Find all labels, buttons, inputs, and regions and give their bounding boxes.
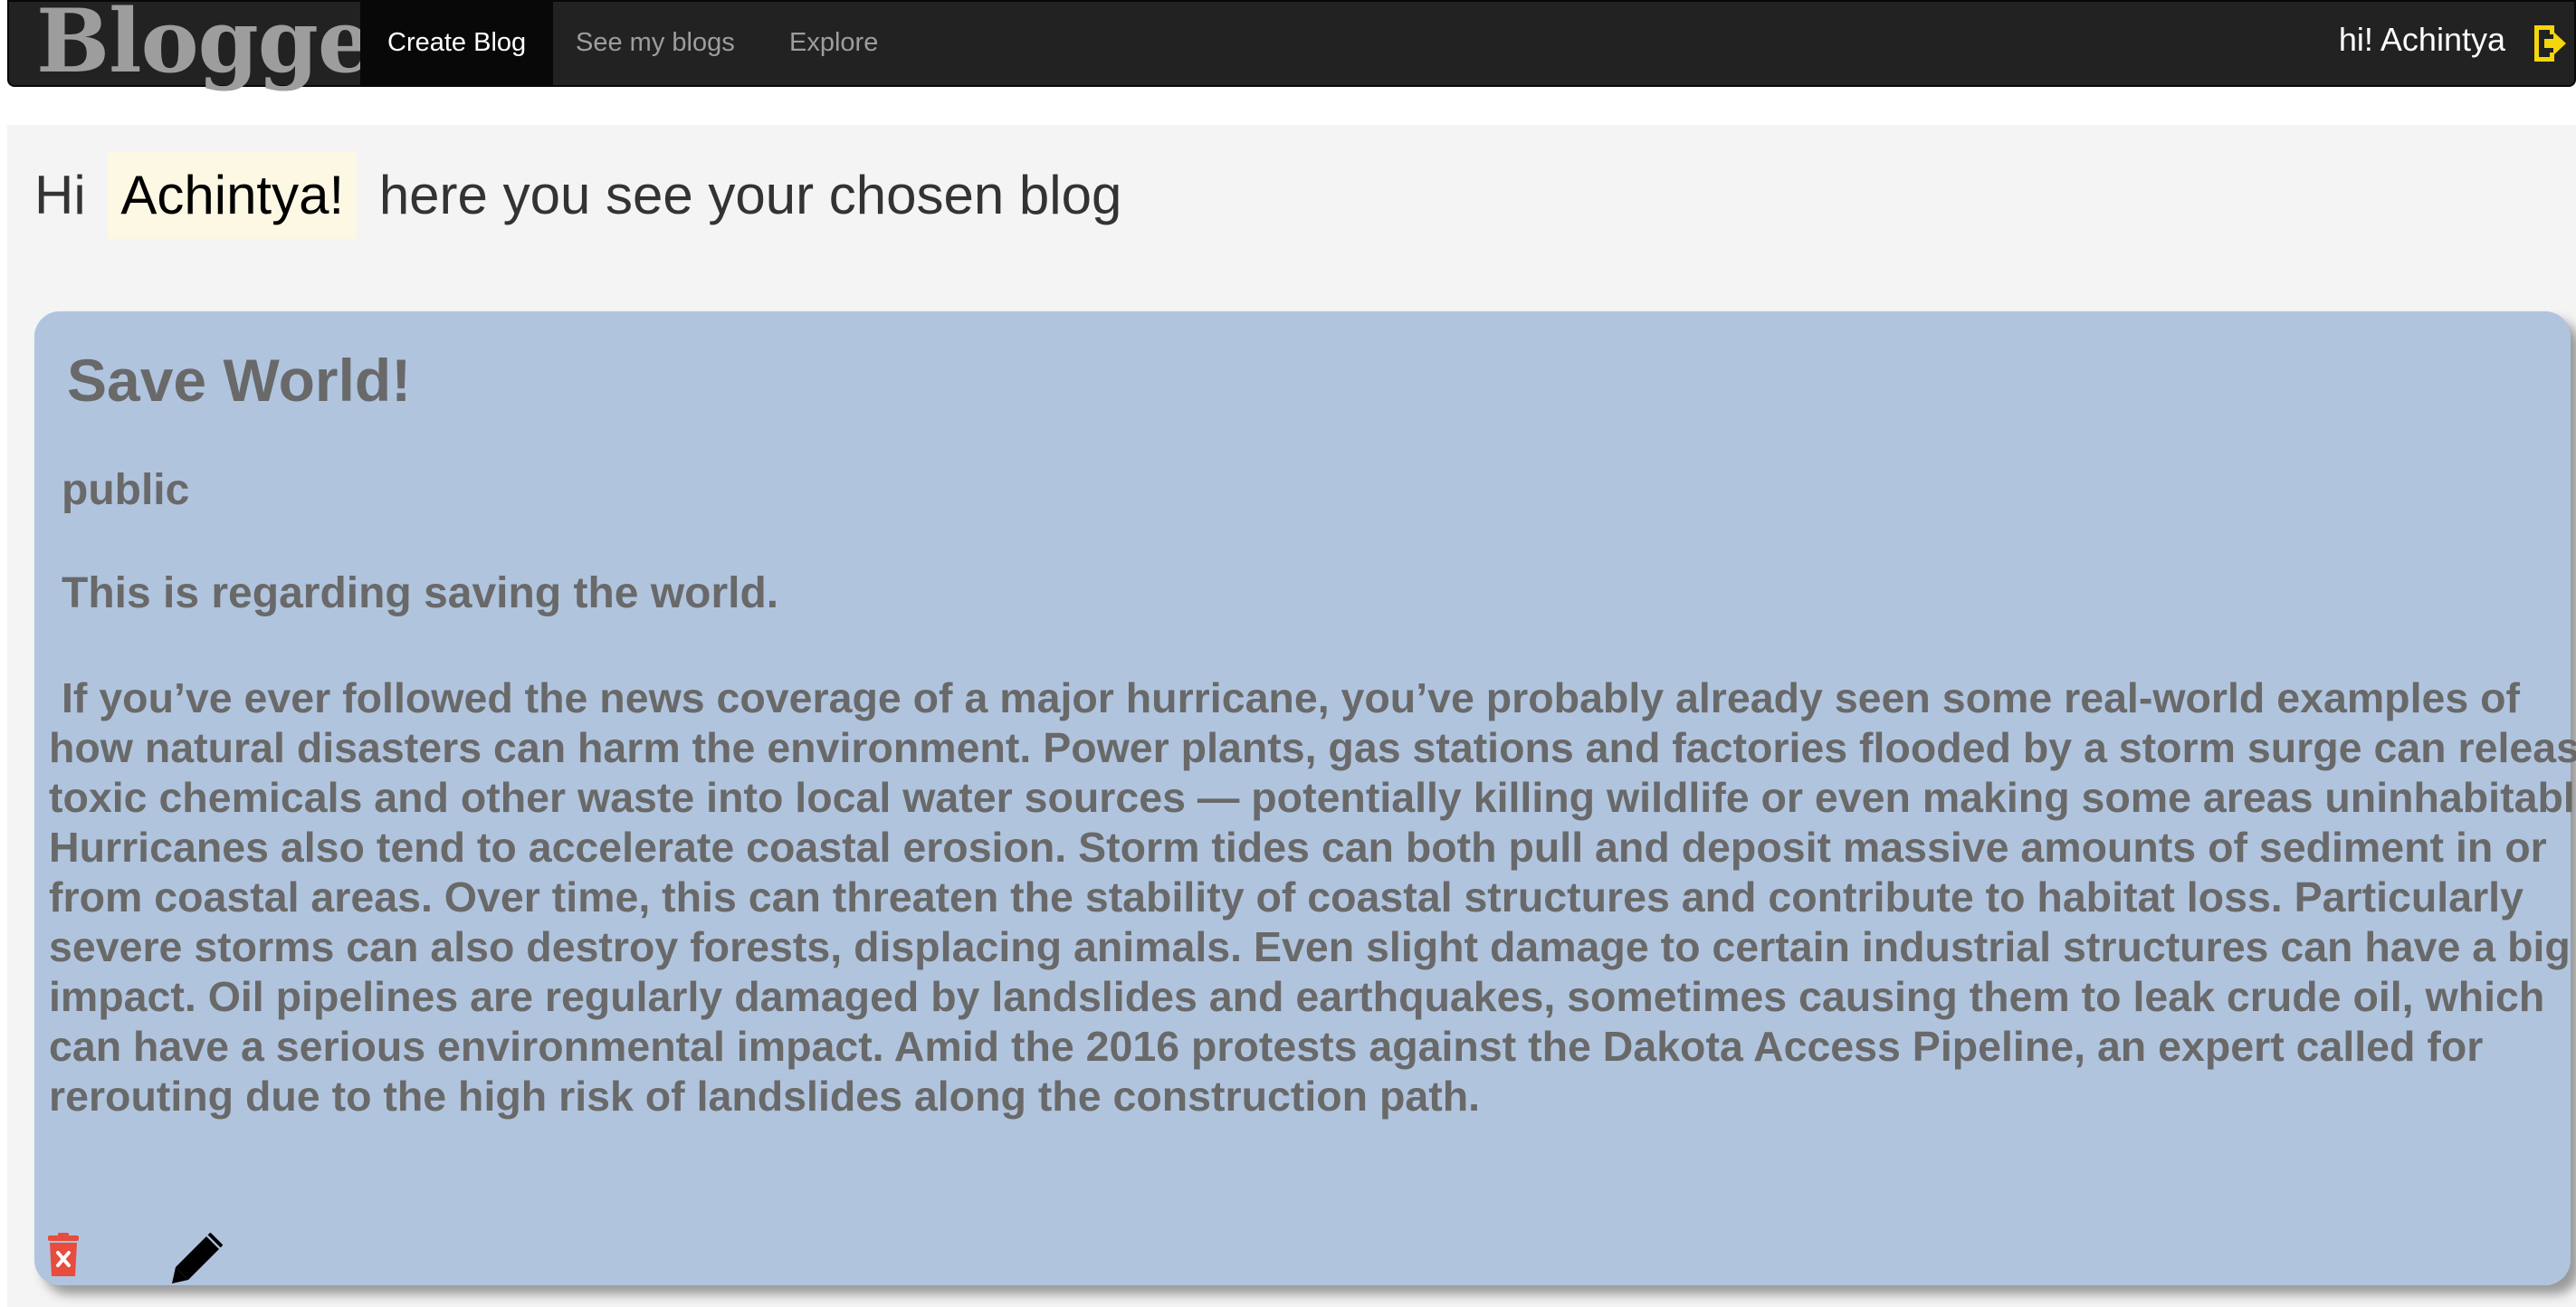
nav-see-my-blogs[interactable]: See my blogs [549,2,762,87]
blog-summary: This is regarding saving the world. [62,569,779,617]
welcome-suffix: here you see your chosen blog [378,165,1122,225]
welcome-prefix: Hi [34,165,86,225]
user-name-highlight: Achintya! [108,152,358,239]
welcome-heading: Hi Achintya! here you see your chosen bl… [34,152,1121,239]
sign-out-icon[interactable] [2531,22,2569,65]
blog-body: If you’ve ever followed the news coverag… [49,674,2576,1120]
nav-explore[interactable]: Explore [762,2,905,87]
user-greeting: hi! Achintya [2338,21,2505,58]
blog-card: Save World! public This is regarding sav… [34,311,2576,1285]
blog-title: Save World! [67,347,412,414]
pencil-icon[interactable] [170,1232,224,1285]
blog-visibility: public [62,466,190,514]
top-navbar: Blogger Create Blog See my blogs Explore… [7,0,2576,87]
nav-create-blog[interactable]: Create Blog [360,2,554,87]
trash-icon[interactable] [45,1233,81,1278]
main-content: Hi Achintya! here you see your chosen bl… [7,125,2576,1307]
